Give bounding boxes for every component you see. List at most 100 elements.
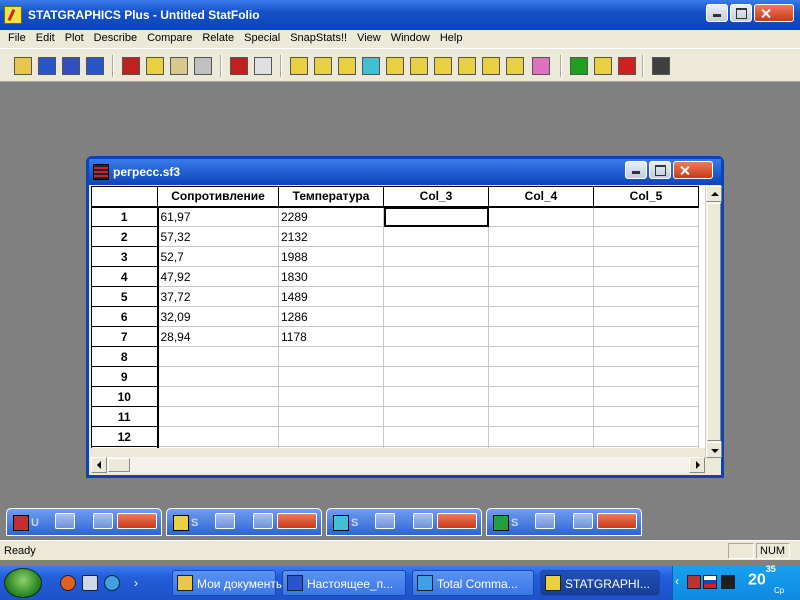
time-series-button[interactable] — [408, 55, 430, 77]
multi-plot-button[interactable] — [360, 55, 382, 77]
column-header[interactable]: Col_3 — [383, 186, 489, 208]
row-number[interactable]: 9 — [91, 366, 159, 387]
horizontal-scroll-thumb[interactable] — [108, 458, 130, 472]
minimized-window[interactable]: U — [6, 508, 162, 536]
column-header[interactable]: Col_5 — [593, 186, 699, 208]
table-cell[interactable]: 1830 — [278, 266, 384, 287]
menu-relate[interactable]: Relate — [197, 30, 239, 48]
table-cell[interactable]: 2132 — [278, 226, 384, 247]
menu-view[interactable]: View — [352, 30, 386, 48]
minimized-close-button[interactable] — [117, 513, 157, 529]
minimized-window[interactable]: S — [486, 508, 642, 536]
table-cell[interactable]: 1988 — [278, 246, 384, 267]
table-cell[interactable] — [383, 386, 489, 407]
table-cell[interactable] — [488, 386, 594, 407]
quicklaunch-expand-icon[interactable]: › — [134, 576, 138, 590]
menu-edit[interactable]: Edit — [31, 30, 60, 48]
row-number[interactable]: 12 — [91, 426, 159, 447]
column-header[interactable]: Температура — [278, 186, 384, 208]
minimized-close-button[interactable] — [437, 513, 477, 529]
table-cell[interactable] — [383, 346, 489, 367]
row-number[interactable]: 11 — [91, 406, 159, 427]
table-cell[interactable] — [593, 326, 699, 347]
active-cell[interactable] — [383, 206, 489, 227]
snapstats-button[interactable] — [568, 55, 590, 77]
table-cell[interactable] — [157, 366, 279, 387]
help-button[interactable] — [616, 55, 638, 77]
regression-button[interactable] — [456, 55, 478, 77]
table-cell[interactable] — [383, 326, 489, 347]
table-cell[interactable] — [488, 226, 594, 247]
table-cell[interactable]: 47,92 — [157, 266, 279, 287]
row-number[interactable]: 10 — [91, 386, 159, 407]
print-button[interactable] — [228, 55, 250, 77]
menu-plot[interactable]: Plot — [60, 30, 89, 48]
taskbar-task[interactable]: Настоящее_п... — [282, 570, 406, 596]
barchart-button[interactable] — [336, 55, 358, 77]
scroll-right-arrow-icon[interactable] — [689, 457, 705, 473]
cut-button[interactable] — [120, 55, 142, 77]
tray-network-icon[interactable] — [721, 575, 735, 589]
table-cell[interactable] — [157, 386, 279, 407]
row-number[interactable]: 6 — [91, 306, 159, 327]
table-cell[interactable] — [157, 346, 279, 367]
taskbar-task[interactable]: Мои документы — [172, 570, 284, 596]
table-cell[interactable] — [593, 306, 699, 327]
horizontal-scrollbar[interactable] — [91, 457, 705, 473]
taskbar-task[interactable]: Total Comma... — [412, 570, 534, 596]
datasheet-close-button[interactable] — [673, 161, 713, 179]
table-cell[interactable] — [383, 426, 489, 447]
clock[interactable]: 2035 Ср — [748, 564, 784, 595]
table-cell[interactable] — [488, 326, 594, 347]
table-cell[interactable]: 57,32 — [157, 226, 279, 247]
table-cell[interactable] — [488, 286, 594, 307]
row-number[interactable]: 7 — [91, 326, 159, 347]
start-button[interactable] — [4, 568, 42, 598]
menu-file[interactable]: File — [3, 30, 31, 48]
save-data-button[interactable] — [84, 55, 106, 77]
minimized-restore-button[interactable] — [55, 513, 75, 529]
table-cell[interactable] — [593, 206, 699, 227]
row-number[interactable]: 4 — [91, 266, 159, 287]
scroll-left-arrow-icon[interactable] — [91, 457, 107, 473]
table-cell[interactable] — [278, 386, 384, 407]
table-cell[interactable] — [383, 226, 489, 247]
table-cell[interactable] — [383, 446, 489, 448]
menu-special[interactable]: Special — [239, 30, 285, 48]
table-cell[interactable] — [593, 346, 699, 367]
table-cell[interactable] — [488, 206, 594, 227]
surface-button[interactable] — [480, 55, 502, 77]
minimized-restore-button[interactable] — [535, 513, 555, 529]
column-header[interactable]: Col_4 — [488, 186, 594, 208]
table-cell[interactable] — [278, 346, 384, 367]
table-cell[interactable] — [593, 446, 699, 448]
table-cell[interactable]: 1286 — [278, 306, 384, 327]
table-cell[interactable] — [383, 406, 489, 427]
table-cell[interactable] — [278, 406, 384, 427]
datasheet-button[interactable] — [60, 55, 82, 77]
minimized-restore-button[interactable] — [375, 513, 395, 529]
minimized-close-button[interactable] — [597, 513, 637, 529]
table-cell[interactable] — [383, 266, 489, 287]
menu-describe[interactable]: Describe — [89, 30, 142, 48]
wizard-button[interactable] — [592, 55, 614, 77]
row-number[interactable]: 13 — [91, 446, 159, 448]
tray-app-icon[interactable] — [687, 575, 701, 589]
table-cell[interactable] — [488, 266, 594, 287]
minimized-window[interactable]: S — [166, 508, 322, 536]
language-flag-icon[interactable] — [703, 575, 717, 589]
table-cell[interactable] — [157, 426, 279, 447]
table-cell[interactable] — [278, 446, 384, 448]
tray-expand-icon[interactable]: ‹ — [675, 574, 679, 588]
menu-window[interactable]: Window — [386, 30, 435, 48]
row-number[interactable]: 5 — [91, 286, 159, 307]
table-cell[interactable] — [488, 246, 594, 267]
maximize-button[interactable] — [730, 4, 752, 22]
table-cell[interactable] — [593, 246, 699, 267]
table-cell[interactable] — [488, 406, 594, 427]
minimized-close-button[interactable] — [277, 513, 317, 529]
table-cell[interactable] — [383, 366, 489, 387]
table-cell[interactable] — [383, 306, 489, 327]
table-cell[interactable] — [488, 426, 594, 447]
row-number[interactable]: 1 — [91, 206, 159, 227]
